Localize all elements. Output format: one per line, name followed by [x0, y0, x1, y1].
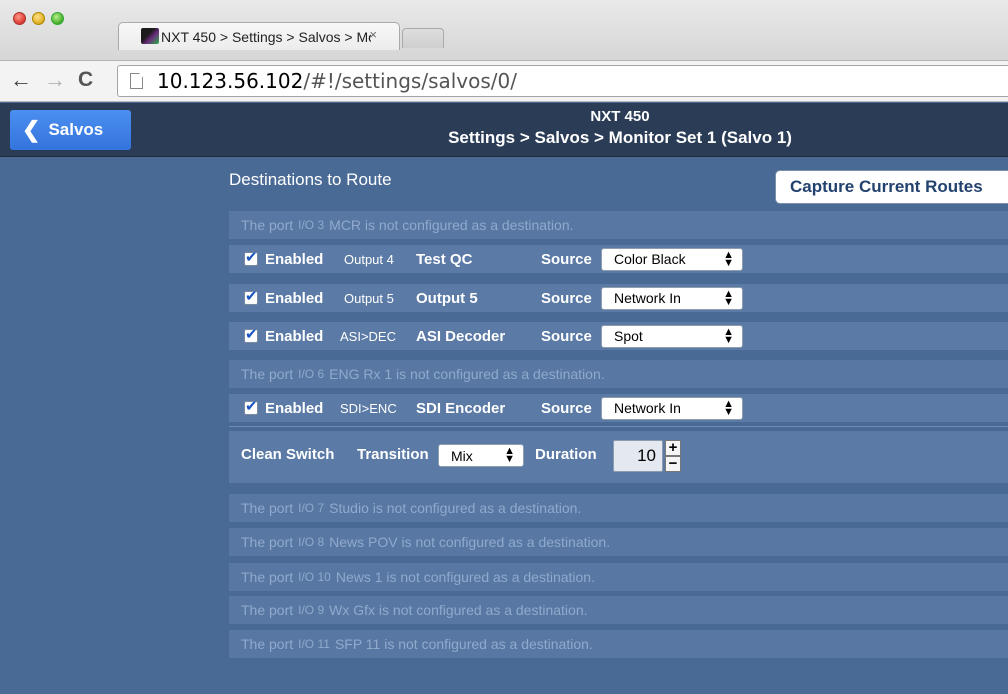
port-id: I/O 7 [298, 501, 325, 515]
transition-select[interactable]: Mix ▲ ▼ [438, 444, 524, 467]
enabled-label: Enabled [265, 250, 324, 268]
destination-row: Enabled Output 5 Output 5 Source Network… [229, 284, 1008, 312]
row-text: Wx Gfx is not configured as a destinatio… [329, 602, 588, 618]
list-item-disabled: The port I/O 10 News 1 is not configured… [229, 563, 1008, 591]
row-text: News 1 is not configured as a destinatio… [335, 569, 595, 585]
browser-tab-active[interactable]: NXT 450 > Settings > Salvos > Monitor Se… [118, 22, 400, 50]
destination-row: Enabled SDI>ENC SDI Encoder Source Netwo… [229, 394, 1008, 422]
reload-icon[interactable]: C [78, 69, 93, 91]
duration-input[interactable]: 10 [613, 440, 663, 472]
browser-toolbar: ← → C 10.123.56.102/#!/settings/salvos/0… [0, 60, 1008, 102]
close-window-button[interactable] [13, 12, 26, 25]
row-prefix: The port [241, 217, 294, 233]
row-prefix: The port [241, 602, 294, 618]
new-tab-button[interactable] [402, 28, 444, 48]
minimize-window-button[interactable] [32, 12, 45, 25]
section-title: Destinations to Route [229, 170, 392, 189]
row-text: News POV is not configured as a destinat… [329, 534, 611, 550]
increment-button[interactable]: + [665, 440, 681, 456]
clean-switch-label: Clean Switch [241, 446, 335, 463]
duration-label: Duration [535, 446, 597, 463]
list-item-disabled: The port I/O 6 ENG Rx 1 is not configure… [229, 360, 1008, 388]
port-id: I/O 6 [298, 367, 325, 381]
list-item-disabled: The port I/O 9 Wx Gfx is not configured … [229, 596, 1008, 624]
enabled-checkbox[interactable] [244, 325, 258, 343]
destination-name: Output 5 [416, 289, 478, 307]
enabled-checkbox[interactable] [244, 397, 258, 415]
source-select[interactable]: Network In ▲ ▼ [601, 286, 743, 310]
list-item-disabled: The port I/O 3 MCR is not configured as … [229, 211, 1008, 239]
source-select[interactable]: Color Black ▲ ▼ [601, 247, 743, 271]
source-label: Source [541, 327, 592, 345]
enabled-checkbox[interactable] [244, 248, 258, 266]
device-title: NXT 450 [590, 108, 650, 125]
capture-current-routes-button[interactable]: Capture Current Routes [775, 170, 1008, 204]
list-item-disabled: The port I/O 7 Studio is not configured … [229, 494, 1008, 522]
row-prefix: The port [241, 534, 294, 550]
row-prefix: The port [241, 636, 294, 652]
row-prefix: The port [241, 366, 294, 382]
port-id: Output 5 [344, 290, 394, 306]
destination-row: Enabled ASI>DEC ASI Decoder Source Spot ▲… [229, 322, 1008, 350]
zoom-window-button[interactable] [51, 12, 64, 25]
destination-row: Enabled Output 4 Test QC Source Color Bl… [229, 245, 1008, 273]
port-id: I/O 10 [298, 570, 331, 584]
forward-arrow-icon[interactable]: → [44, 69, 66, 91]
select-arrows-icon: ▲ ▼ [504, 445, 515, 465]
row-prefix: The port [241, 500, 294, 516]
source-label: Source [541, 399, 592, 417]
destination-name: Test QC [416, 250, 473, 268]
port-id: Output 4 [344, 251, 394, 267]
source-value: Network In [614, 290, 681, 306]
decrement-button[interactable]: − [665, 456, 681, 472]
back-arrow-icon[interactable]: ← [10, 69, 32, 91]
close-tab-icon[interactable]: × [369, 27, 377, 42]
transition-label: Transition [357, 446, 429, 463]
page-icon [130, 73, 143, 89]
row-text: ENG Rx 1 is not configured as a destinat… [329, 366, 605, 382]
row-text: Studio is not configured as a destinatio… [329, 500, 582, 516]
select-arrows-icon: ▲ ▼ [723, 248, 734, 269]
port-id: I/O 8 [298, 535, 325, 549]
source-label: Source [541, 250, 592, 268]
favicon-icon [141, 28, 159, 44]
row-prefix: The port [241, 569, 294, 585]
source-label: Source [541, 289, 592, 307]
destination-name: ASI Decoder [416, 327, 506, 345]
breadcrumb: Settings > Salvos > Monitor Set 1 (Salvo… [448, 128, 792, 147]
enabled-checkbox[interactable] [244, 287, 258, 305]
row-text: SFP 11 is not configured as a destinatio… [334, 636, 593, 652]
url-text[interactable]: 10.123.56.102/#!/settings/salvos/0/ [157, 69, 517, 93]
divider [229, 426, 1008, 427]
enabled-label: Enabled [265, 289, 324, 307]
source-value: Spot [614, 328, 643, 344]
url-host: 10.123.56.102 [157, 69, 304, 93]
app-header: ❮ Salvos NXT 450 Settings > Salvos > Mon… [0, 103, 1008, 157]
source-select[interactable]: Spot ▲ ▼ [601, 324, 743, 348]
url-path: /#!/settings/salvos/0/ [303, 69, 517, 93]
list-item-disabled: The port I/O 8 News POV is not configure… [229, 528, 1008, 556]
enabled-label: Enabled [265, 399, 324, 417]
port-id: ASI>DEC [340, 328, 396, 344]
port-id: I/O 3 [298, 218, 325, 232]
port-id: I/O 11 [298, 637, 330, 651]
row-text: MCR is not configured as a destination. [329, 217, 574, 233]
address-bar[interactable]: 10.123.56.102/#!/settings/salvos/0/ [117, 65, 1008, 97]
source-value: Network In [614, 400, 681, 416]
select-arrows-icon: ▲ ▼ [723, 325, 734, 346]
destination-name: SDI Encoder [416, 399, 506, 417]
clean-switch-row: Clean Switch Transition Mix ▲ ▼ Duration 1… [229, 431, 1008, 483]
source-select[interactable]: Network In ▲ ▼ [601, 396, 743, 420]
port-id: SDI>ENC [340, 400, 397, 416]
browser-tab-strip: NXT 450 > Settings > Salvos > Monitor Se… [0, 0, 1008, 60]
select-arrows-icon: ▲ ▼ [723, 397, 734, 418]
tab-title: NXT 450 > Settings > Salvos > Monitor Se… [161, 28, 371, 45]
list-item-disabled: The port I/O 11 SFP 11 is not configured… [229, 630, 1008, 658]
source-value: Color Black [614, 251, 686, 267]
select-arrows-icon: ▲ ▼ [723, 287, 734, 308]
transition-value: Mix [451, 447, 473, 464]
port-id: I/O 9 [298, 603, 325, 617]
enabled-label: Enabled [265, 327, 324, 345]
